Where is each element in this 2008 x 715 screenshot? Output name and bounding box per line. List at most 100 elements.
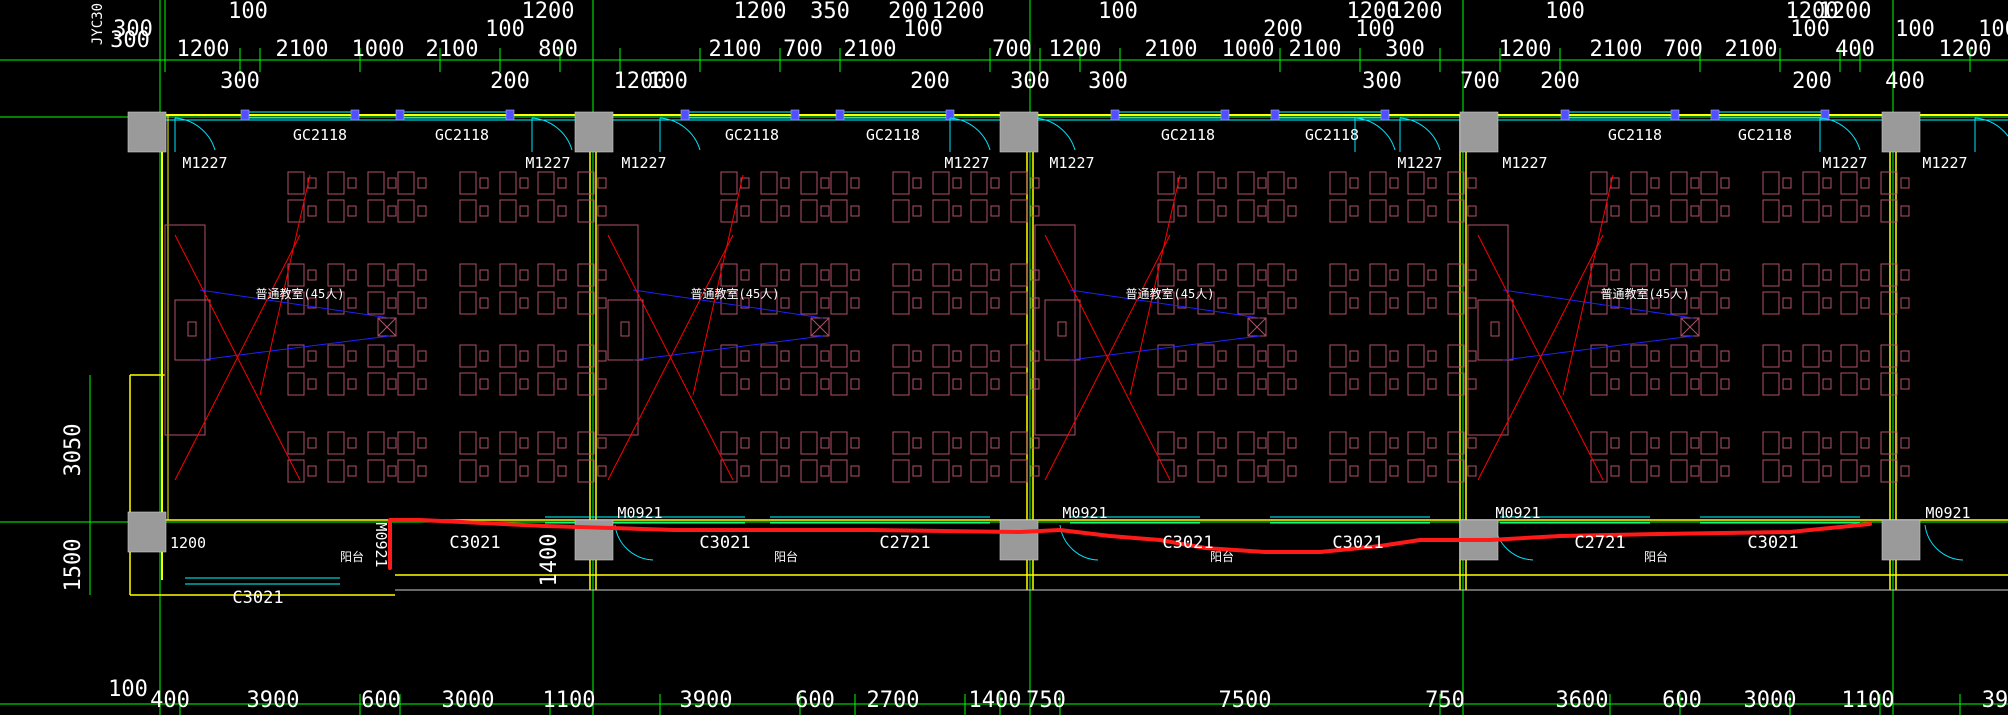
window-label: GC2118 <box>293 126 347 144</box>
desk <box>1329 199 1347 223</box>
desk <box>1407 263 1425 287</box>
desk <box>397 459 415 483</box>
desk <box>1329 431 1347 455</box>
chair <box>387 297 397 309</box>
chair <box>1860 350 1870 362</box>
dimension-label: 2100 <box>709 37 762 62</box>
window-frame <box>1270 109 1280 121</box>
desk <box>367 344 385 368</box>
chair <box>519 297 529 309</box>
desk <box>932 372 950 396</box>
door-label: M1227 <box>1502 154 1547 172</box>
chair <box>952 205 962 217</box>
chair <box>1822 465 1832 477</box>
desk <box>459 199 477 223</box>
chair <box>307 350 317 362</box>
chair <box>1782 378 1792 390</box>
chair <box>1690 378 1700 390</box>
desk <box>577 372 595 396</box>
dimension-label: 7500 <box>1219 688 1272 713</box>
chair <box>597 437 607 449</box>
dimension-label: 2700 <box>867 688 920 713</box>
chair <box>1690 465 1700 477</box>
dimension-label: 700 <box>783 37 823 62</box>
desk <box>1369 459 1387 483</box>
chair <box>1177 378 1187 390</box>
window-label: GC2118 <box>725 126 779 144</box>
desk <box>1700 459 1718 483</box>
window-frame <box>790 109 800 121</box>
desk <box>970 171 988 195</box>
chair <box>597 205 607 217</box>
column <box>127 111 167 153</box>
desk <box>1267 431 1285 455</box>
desk <box>459 171 477 195</box>
dimension-label: 2100 <box>1725 37 1778 62</box>
dimension-label: 300 <box>220 69 260 94</box>
dimension-label: 100 <box>108 677 148 702</box>
desk <box>1802 459 1820 483</box>
desk <box>1369 199 1387 223</box>
chair <box>1650 465 1660 477</box>
chair <box>307 378 317 390</box>
desk <box>1762 171 1780 195</box>
chair <box>1177 465 1187 477</box>
dimension-label: 1400 <box>969 688 1022 713</box>
desk <box>1447 291 1465 315</box>
door-label: M1227 <box>944 154 989 172</box>
door-label: M1227 <box>1822 154 1867 172</box>
chair <box>1860 437 1870 449</box>
chair <box>1467 269 1477 281</box>
chair <box>557 269 567 281</box>
dimension-label: 700 <box>992 37 1032 62</box>
desk <box>1840 344 1858 368</box>
desk <box>892 199 910 223</box>
chair <box>952 297 962 309</box>
chair <box>1900 205 1910 217</box>
chair <box>1467 378 1477 390</box>
chair <box>1389 350 1399 362</box>
window-frame <box>1380 109 1390 121</box>
desk <box>970 263 988 287</box>
dimension-label: 1200 <box>1049 37 1102 62</box>
desk <box>830 171 848 195</box>
chair <box>1257 437 1267 449</box>
desk <box>1762 344 1780 368</box>
chair <box>1217 297 1227 309</box>
desk <box>1407 431 1425 455</box>
chair <box>1690 205 1700 217</box>
desk <box>892 372 910 396</box>
chair <box>1389 465 1399 477</box>
chair <box>1860 465 1870 477</box>
chair <box>1822 350 1832 362</box>
desk <box>367 459 385 483</box>
desk <box>760 431 778 455</box>
desk <box>830 459 848 483</box>
desk <box>367 171 385 195</box>
desk <box>800 171 818 195</box>
chair <box>1690 297 1700 309</box>
desk <box>459 291 477 315</box>
dimension-label: 3000 <box>1744 688 1797 713</box>
chair <box>850 437 860 449</box>
dimension-label: 100 <box>1895 17 1935 42</box>
chair <box>307 205 317 217</box>
chair <box>1427 297 1437 309</box>
dimension-label: 1200 <box>1939 37 1992 62</box>
window-frame <box>1560 109 1570 121</box>
desk <box>932 459 950 483</box>
dimension-label: 100 <box>485 17 525 42</box>
desk <box>1329 291 1347 315</box>
desk <box>1157 372 1175 396</box>
desk <box>1670 344 1688 368</box>
chair <box>1822 297 1832 309</box>
desk <box>1880 171 1898 195</box>
chair <box>519 465 529 477</box>
desk <box>892 431 910 455</box>
chair <box>740 437 750 449</box>
chair <box>952 378 962 390</box>
chair <box>1287 205 1297 217</box>
desk <box>1197 372 1215 396</box>
door-arc <box>1354 117 1396 151</box>
chair <box>912 378 922 390</box>
